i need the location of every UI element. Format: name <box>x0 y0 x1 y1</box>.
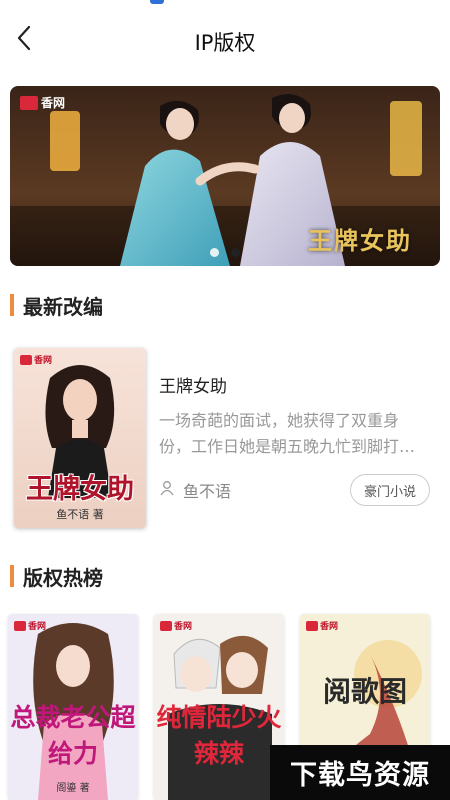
author-row: 鱼不语 <box>159 478 231 502</box>
cover-title: 总裁老公超给力 <box>10 703 136 768</box>
cover-logo: 香网 <box>306 619 338 632</box>
cover-title: 纯情陆少火辣辣 <box>156 703 282 768</box>
section-accent-bar <box>10 565 14 587</box>
banner-carousel[interactable]: 香网 王牌女助 <box>10 86 440 266</box>
cover-logo: 香网 <box>160 619 192 632</box>
author-name: 鱼不语 <box>183 482 232 501</box>
section-header-hot: 版权热榜 <box>10 562 103 590</box>
hot-book-item[interactable]: 香网 总裁老公超给力 阁鎏 著 <box>8 614 138 800</box>
book-cover[interactable]: 香网 王牌女助 鱼不语 著 <box>14 348 146 528</box>
genre-tag-button[interactable]: 豪门小说 <box>350 474 430 506</box>
latest-book-card[interactable]: 香网 王牌女助 鱼不语 著 王牌女助 一场奇葩的面试，她获得了双重身份，工作日她… <box>10 346 440 530</box>
cover-author: 阁鎏 著 <box>56 783 90 794</box>
cover-author: 鱼不语 著 <box>56 508 104 521</box>
hot-book-item[interactable]: 香网 纯情陆少火辣辣 <box>154 614 284 800</box>
carousel-dots <box>10 248 440 257</box>
section-title: 最新改编 <box>23 294 103 319</box>
book-title[interactable]: 王牌女助 <box>159 372 227 397</box>
carousel-dot-active[interactable] <box>231 248 240 257</box>
section-header-latest: 最新改编 <box>10 291 103 319</box>
status-indicator <box>150 0 164 4</box>
brand-badge-icon <box>160 620 172 631</box>
cover-title: 阅歌图 <box>322 675 407 708</box>
brand-badge-icon <box>306 620 318 631</box>
status-bar <box>0 0 450 8</box>
watermark: 下载鸟资源 <box>270 745 450 800</box>
section-title: 版权热榜 <box>23 565 103 590</box>
cover-logo: 香网 <box>20 353 52 366</box>
page-title: IP版权 <box>194 31 256 55</box>
carousel-dot[interactable] <box>210 248 219 257</box>
cover-title: 王牌女助 <box>26 474 134 505</box>
brand-badge-icon <box>20 95 38 110</box>
user-icon <box>159 480 175 500</box>
section-accent-bar <box>10 294 14 316</box>
book-description: 一场奇葩的面试，她获得了双重身份，工作日她是朝五晚九忙到脚打… <box>159 411 416 456</box>
brand-badge-icon <box>20 354 32 365</box>
cover-logo: 香网 <box>14 619 46 632</box>
brand-badge-icon <box>14 620 26 631</box>
banner-logo: 香网 <box>20 94 65 111</box>
top-nav-bar: IP版权 <box>0 8 450 72</box>
